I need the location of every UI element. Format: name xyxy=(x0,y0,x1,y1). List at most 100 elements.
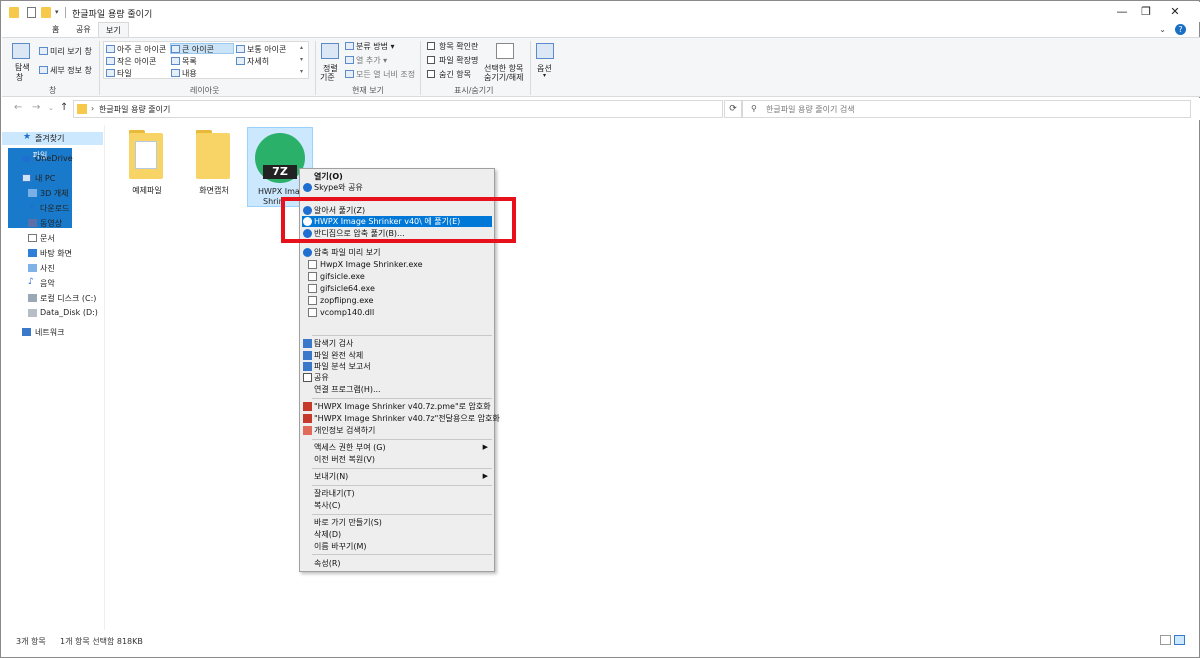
file-name: 화면캡처 xyxy=(199,186,229,195)
menu-item-cut[interactable]: 잘라내기(T) xyxy=(302,488,492,499)
nav-item-videos[interactable]: 동영상 xyxy=(2,217,103,230)
address-bar[interactable]: › 한글파일 용량 줄이기 xyxy=(73,100,723,118)
hidden-items-toggle[interactable]: 숨긴 항목 xyxy=(427,69,471,80)
gallery-scroll-up-icon[interactable]: ▴ xyxy=(300,44,303,51)
preview-pane-label: 미리 보기 창 xyxy=(50,47,92,56)
details-icon xyxy=(236,57,245,65)
layout-extra-large-icons[interactable]: 아주 큰 아이콘 xyxy=(106,44,166,55)
menu-item-open-with[interactable]: 연결 프로그램(H)... xyxy=(302,384,492,395)
recent-locations-icon[interactable]: ⌄ xyxy=(48,104,54,112)
close-button[interactable]: ✕ xyxy=(1160,4,1190,20)
nav-item-local-disk-c[interactable]: 로컬 디스크 (C:) xyxy=(2,292,103,305)
menu-item-label: 복사(C) xyxy=(314,501,341,510)
nav-item-desktop[interactable]: 바탕 화면 xyxy=(2,247,103,260)
file-item-folder[interactable]: 예제파일 xyxy=(115,127,179,207)
menu-item-archive-file[interactable]: vcomp140.dll xyxy=(302,307,492,318)
properties-icon[interactable] xyxy=(27,7,36,18)
quick-access-dropdown-icon[interactable]: ▾ xyxy=(55,8,59,19)
status-bar: 3개 항목 1개 항목 선택함 818KB xyxy=(2,633,1200,653)
layout-content[interactable]: 내용 xyxy=(171,68,197,79)
menu-separator xyxy=(312,398,492,399)
tab-home[interactable]: 홈 xyxy=(45,22,66,37)
nav-item-this-pc[interactable]: 내 PC xyxy=(2,172,103,185)
nav-item-music[interactable]: ♪ 음악 xyxy=(2,277,103,290)
up-arrow-icon[interactable]: ↑ xyxy=(60,102,68,113)
new-folder-icon[interactable] xyxy=(41,7,51,18)
menu-item-delete[interactable]: 삭제(D) xyxy=(302,529,492,540)
tab-view[interactable]: 보기 xyxy=(98,22,129,37)
sort-icon[interactable] xyxy=(321,43,339,59)
menu-separator xyxy=(312,485,492,486)
gallery-scroll-down-icon[interactable]: ▾ xyxy=(300,56,303,63)
nav-pane-icon[interactable] xyxy=(12,43,30,59)
breadcrumb[interactable]: 한글파일 용량 줄이기 xyxy=(99,104,170,115)
menu-item-copy[interactable]: 복사(C) xyxy=(302,500,492,511)
menu-item-archive-file[interactable]: gifsicle.exe xyxy=(302,271,492,282)
large-icons-view-icon[interactable] xyxy=(1174,635,1185,645)
add-column-button[interactable]: 열 추가 ▾ xyxy=(345,55,387,66)
menu-item-archive-file[interactable]: HwpX Image Shrinker.exe xyxy=(302,259,492,270)
nav-item-quick-access[interactable]: ★ 즐겨찾기 xyxy=(2,132,103,145)
dll-file-icon xyxy=(308,308,317,317)
encrypt-icon xyxy=(303,414,312,423)
menu-item-share[interactable]: 공유 xyxy=(302,372,492,383)
menu-item-properties[interactable]: 속성(R) xyxy=(302,558,492,569)
layout-medium-icons[interactable]: 보통 아이콘 xyxy=(236,44,286,55)
nav-item-downloads[interactable]: ↓ 다운로드 xyxy=(2,202,103,215)
group-by-button[interactable]: 분류 방법 ▾ xyxy=(345,41,395,52)
maximize-button[interactable]: ❐ xyxy=(1131,4,1161,20)
tab-share[interactable]: 공유 xyxy=(69,22,98,37)
menu-item-archive-file[interactable]: zopflipng.exe xyxy=(302,295,492,306)
menu-item-analysis-report[interactable]: 파일 분석 보고서 xyxy=(302,361,492,372)
fit-columns-button[interactable]: 모든 열 너비 조정 xyxy=(345,69,415,80)
menu-item-scan[interactable]: 탐색기 검사 xyxy=(302,338,492,349)
gallery-more-icon[interactable]: ▾ xyxy=(300,68,303,75)
nav-item-3d-objects[interactable]: 3D 개체 xyxy=(2,187,103,200)
submenu-arrow-icon: ▶ xyxy=(482,472,488,480)
nav-item-data-disk-d[interactable]: Data_Disk (D:) xyxy=(2,307,103,320)
hide-selected-icon[interactable] xyxy=(496,43,514,59)
search-input[interactable]: ⚲ 한글파일 용량 줄이기 검색 xyxy=(742,100,1191,118)
menu-item-create-shortcut[interactable]: 바로 가기 만들기(S) xyxy=(302,517,492,528)
file-ext-toggle[interactable]: 파일 확장명 xyxy=(427,55,478,66)
menu-item-privacy-search[interactable]: 개인정보 검색하기 xyxy=(302,425,492,436)
options-icon[interactable] xyxy=(536,43,554,59)
file-item-folder[interactable]: 화면캡처 xyxy=(182,127,246,207)
options-dropdown-icon[interactable]: ▾ xyxy=(543,72,546,79)
preview-pane-button[interactable]: 미리 보기 창 xyxy=(39,46,92,57)
menu-item-restore-versions[interactable]: 이전 버전 복원(V) xyxy=(302,454,492,465)
menu-item-encrypt-delivery[interactable]: "HWPX Image Shrinker v40.7z"전달용으로 암호화 xyxy=(302,413,500,424)
layout-details[interactable]: 자세히 xyxy=(236,56,269,67)
collapse-ribbon-icon[interactable]: ⌄ xyxy=(1159,25,1166,34)
layout-list[interactable]: 목록 xyxy=(171,56,197,67)
menu-item-archive-file[interactable]: gifsicle64.exe xyxy=(302,283,492,294)
menu-item-archive-preview[interactable]: 압축 파일 미리 보기 xyxy=(302,247,492,258)
nav-pane-label-2[interactable]: 창 xyxy=(16,72,23,83)
help-icon[interactable]: ? xyxy=(1175,24,1186,35)
menu-item-open[interactable]: 열기(O) xyxy=(302,171,492,182)
menu-item-send-to[interactable]: 보내기(N) ▶ xyxy=(302,471,492,482)
nav-item-network[interactable]: 네트워크 xyxy=(2,326,103,339)
details-pane-button[interactable]: 세부 정보 창 xyxy=(39,65,92,76)
document-icon xyxy=(28,234,37,242)
hide-selected-label-2[interactable]: 숨기기/해제 xyxy=(484,72,524,83)
breadcrumb-chevron-icon[interactable]: › xyxy=(91,104,94,113)
details-view-icon[interactable] xyxy=(1160,635,1171,645)
refresh-button[interactable]: ⟳ xyxy=(724,100,742,118)
layout-large-icons[interactable]: 큰 아이콘 xyxy=(170,43,234,54)
menu-item-rename[interactable]: 이름 바꾸기(M) xyxy=(302,541,492,552)
nav-item-onedrive[interactable]: OneDrive xyxy=(2,153,103,166)
menu-item-shred[interactable]: 파일 완전 삭제 xyxy=(302,350,492,361)
sort-label-2[interactable]: 기준 xyxy=(320,72,335,83)
nav-item-documents[interactable]: 문서 xyxy=(2,232,103,245)
item-checkbox-toggle[interactable]: 항목 확인란 xyxy=(427,41,478,52)
forward-arrow-icon[interactable]: → xyxy=(32,102,40,113)
menu-item-encrypt-pme[interactable]: "HWPX Image Shrinker v40.7z.pme"로 암호화 xyxy=(302,401,492,412)
back-arrow-icon[interactable]: ← xyxy=(14,102,22,113)
layout-small-icons[interactable]: 작은 아이콘 xyxy=(106,56,156,67)
encrypt-icon xyxy=(303,402,312,411)
nav-item-pictures[interactable]: 사진 xyxy=(2,262,103,275)
layout-tiles[interactable]: 타일 xyxy=(106,68,132,79)
menu-item-skype-share[interactable]: Skype와 공유 xyxy=(302,182,492,193)
menu-item-give-access[interactable]: 액세스 권한 부여 (G) ▶ xyxy=(302,442,492,453)
